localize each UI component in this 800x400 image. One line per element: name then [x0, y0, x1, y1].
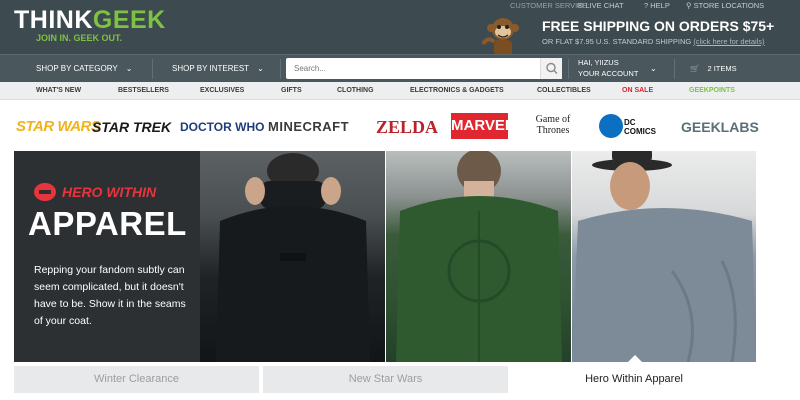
category-whats-new[interactable]: WHAT'S NEW	[36, 82, 81, 100]
brand-geeklabs-logo[interactable]: GEEKLABS	[681, 100, 759, 150]
category-bestsellers[interactable]: BESTSELLERS	[118, 82, 169, 100]
shipping-subtext: OR FLAT $7.95 U.S. STANDARD SHIPPING (cl…	[542, 37, 765, 46]
store-locations-link[interactable]: ⚲ STORE LOCATIONS	[686, 1, 764, 10]
active-tab-pointer	[626, 355, 644, 364]
tab-winter-clearance[interactable]: Winter Clearance	[14, 366, 259, 393]
brand-dc-comics-logo[interactable]: DC COMICS	[624, 118, 668, 136]
monkey-mascot-icon	[481, 18, 519, 56]
logo-geek: GEEK	[92, 6, 166, 34]
carousel-tabs: Winter Clearance New Star Wars Hero With…	[14, 366, 756, 393]
tab-hero-within-apparel[interactable]: Hero Within Apparel	[512, 366, 756, 393]
account-greeting: HAI, YIIZUS	[578, 58, 619, 67]
hero-banner[interactable]: HERO WITHIN APPAREL Repping your fandom …	[14, 147, 756, 363]
hero-headline: APPAREL	[28, 205, 187, 242]
shipping-details-link[interactable]: (click here for details)	[693, 37, 764, 46]
hero-within-logo-icon	[34, 183, 56, 201]
shop-by-category-menu[interactable]: SHOP BY CATEGORY ⌄	[36, 55, 132, 83]
search-input[interactable]	[286, 58, 536, 79]
brand-doctor-who-logo[interactable]: DOCTOR WHO	[180, 100, 264, 150]
chevron-down-icon: ⌄	[125, 64, 133, 73]
brand-logo-row: STAR WARS STAR TREK DOCTOR WHO MINECRAFT…	[0, 100, 800, 150]
nav-divider	[674, 59, 675, 79]
cart-count: 2 ITEMS	[707, 64, 737, 73]
tab-new-star-wars[interactable]: New Star Wars	[263, 366, 508, 393]
location-pin-icon: ⚲	[686, 1, 694, 10]
cart-icon: 🛒	[690, 64, 700, 73]
category-clothing[interactable]: CLOTHING	[337, 82, 374, 100]
hero-image-black-coat	[200, 151, 386, 362]
nav-divider	[280, 59, 281, 79]
category-exclusives[interactable]: EXCLUSIVES	[200, 82, 244, 100]
brand-game-of-thrones-logo[interactable]: Game of Thrones	[527, 114, 579, 136]
search-icon	[546, 62, 558, 74]
main-nav: SHOP BY CATEGORY ⌄ SHOP BY INTEREST ⌄ HA…	[0, 54, 800, 82]
hero-body-text: Repping your fandom subtly can seem comp…	[34, 264, 186, 327]
category-geekpoints[interactable]: GEEKPOINTS	[689, 82, 735, 100]
account-menu[interactable]: HAI, YIIZUS YOUR ACCOUNT	[578, 57, 638, 79]
free-shipping-headline: FREE SHIPPING ON ORDERS $75+	[542, 18, 775, 34]
brand-marvel-logo-box[interactable]: MARVEL	[451, 113, 515, 139]
top-header: THINKGEEK JOIN IN. GEEK OUT. CUSTOMER SE…	[0, 0, 800, 56]
category-gifts[interactable]: GIFTS	[281, 82, 302, 100]
category-bar: WHAT'S NEW BESTSELLERS EXCLUSIVES GIFTS …	[0, 82, 800, 100]
hero-image-green-coat	[386, 149, 572, 362]
brand-marvel-logo: MARVEL	[451, 117, 515, 134]
category-on-sale[interactable]: ON SALE	[622, 82, 653, 100]
brand-minecraft-logo[interactable]: MINECRAFT	[268, 100, 349, 150]
search-button[interactable]	[540, 58, 562, 79]
logo-think: THINK	[14, 6, 93, 34]
shop-by-interest-menu[interactable]: SHOP BY INTEREST ⌄	[172, 55, 264, 83]
hero-image-grey-coat	[572, 147, 756, 363]
hero-brand-title: HERO WITHIN	[62, 184, 157, 200]
cart-link[interactable]: 🛒 2 ITEMS	[690, 55, 737, 83]
coat-back-illustration	[396, 149, 562, 362]
account-label: YOUR ACCOUNT	[578, 69, 639, 78]
chevron-down-icon[interactable]: ⌄	[650, 55, 657, 83]
hero-text-panel: HERO WITHIN APPAREL Repping your fandom …	[14, 151, 200, 362]
category-collectibles[interactable]: COLLECTIBLES	[537, 82, 591, 100]
site-logo[interactable]: THINKGEEK	[14, 6, 166, 35]
search-box	[286, 58, 562, 79]
tagline: JOIN IN. GEEK OUT.	[36, 33, 123, 43]
brand-zelda-logo[interactable]: ZELDA	[376, 100, 438, 150]
brand-star-wars-logo[interactable]: STAR WARS	[16, 100, 101, 150]
live-chat-link[interactable]: ✉ LIVE CHAT	[577, 1, 624, 10]
brand-star-trek-logo[interactable]: STAR TREK	[92, 100, 171, 150]
coat-back-illustration	[216, 153, 370, 362]
category-electronics-gadgets[interactable]: ELECTRONICS & GADGETS	[410, 82, 504, 100]
help-link[interactable]: ? HELP	[644, 1, 670, 10]
chevron-down-icon: ⌄	[257, 64, 264, 73]
coat-back-illustration	[572, 147, 756, 363]
nav-divider	[568, 59, 569, 79]
dc-comics-circle-icon	[599, 114, 623, 138]
nav-divider	[152, 59, 153, 79]
